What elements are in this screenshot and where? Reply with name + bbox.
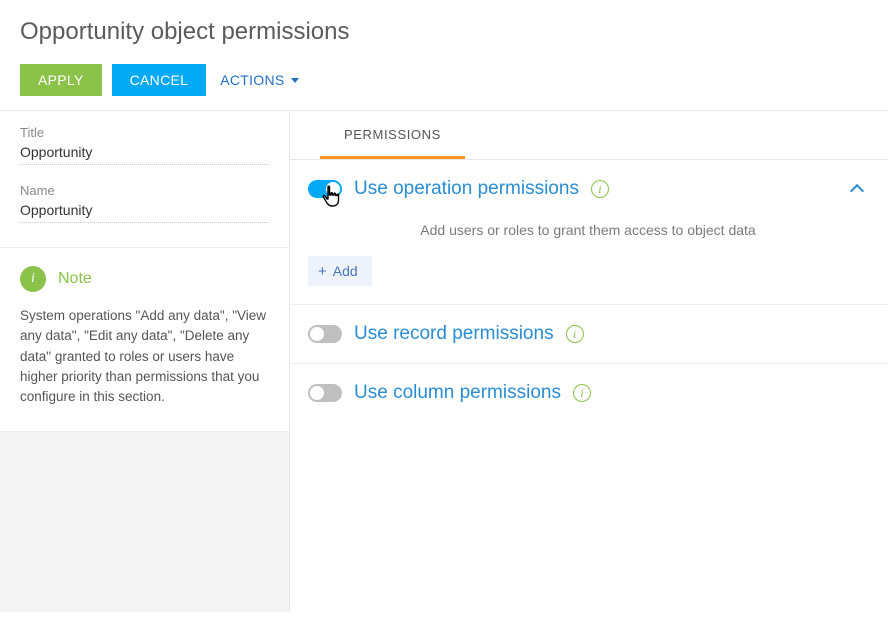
cancel-button[interactable]: CANCEL <box>112 64 207 96</box>
actions-dropdown[interactable]: ACTIONS <box>216 64 302 96</box>
actions-label: ACTIONS <box>220 72 284 88</box>
note-block: i Note System operations "Add any data",… <box>0 248 289 432</box>
record-permissions-title: Use record permissions <box>354 323 554 345</box>
main-layout: Title Opportunity Name Opportunity i Not… <box>0 110 888 612</box>
info-icon[interactable]: i <box>573 384 591 402</box>
record-permissions-header: Use record permissions i <box>308 323 868 345</box>
left-panel: Title Opportunity Name Opportunity i Not… <box>0 111 290 612</box>
name-field: Name Opportunity <box>20 183 269 223</box>
add-button[interactable]: + Add <box>308 256 372 286</box>
add-label: Add <box>333 263 358 279</box>
page-header: Opportunity object permissions APPLY CAN… <box>0 0 888 110</box>
operation-permissions-section: Use operation permissions i Add users or… <box>290 160 888 305</box>
title-input[interactable]: Opportunity <box>20 144 269 165</box>
note-text: System operations "Add any data", "View … <box>20 306 269 407</box>
tab-bar: PERMISSIONS <box>290 111 888 160</box>
info-icon[interactable]: i <box>591 180 609 198</box>
operation-help-text: Add users or roles to grant them access … <box>308 222 868 238</box>
column-permissions-header: Use column permissions i <box>308 382 868 404</box>
name-label: Name <box>20 183 269 198</box>
name-input[interactable]: Opportunity <box>20 202 269 223</box>
operation-permissions-header: Use operation permissions i <box>308 178 868 200</box>
column-permissions-section: Use column permissions i <box>290 364 888 422</box>
page-title: Opportunity object permissions <box>20 18 868 46</box>
form-block: Title Opportunity Name Opportunity <box>0 111 289 248</box>
tab-permissions[interactable]: PERMISSIONS <box>320 111 465 159</box>
right-panel: PERMISSIONS Use operation permissions i … <box>290 111 888 612</box>
column-permissions-title: Use column permissions <box>354 382 561 404</box>
panel-filler <box>0 432 289 612</box>
toggle-knob <box>310 327 324 341</box>
title-label: Title <box>20 125 269 140</box>
toolbar: APPLY CANCEL ACTIONS <box>20 64 868 96</box>
toggle-knob <box>326 182 340 196</box>
toggle-knob <box>310 386 324 400</box>
info-icon[interactable]: i <box>566 325 584 343</box>
title-field: Title Opportunity <box>20 125 269 165</box>
chevron-up-icon[interactable] <box>850 184 864 198</box>
apply-button[interactable]: APPLY <box>20 64 102 96</box>
operation-permissions-body: Add users or roles to grant them access … <box>308 200 868 286</box>
record-permissions-toggle[interactable] <box>308 325 342 343</box>
note-heading: Note <box>58 270 92 288</box>
note-header: i Note <box>20 266 269 292</box>
record-permissions-section: Use record permissions i <box>290 305 888 364</box>
operation-permissions-title: Use operation permissions <box>354 178 579 200</box>
caret-down-icon <box>291 78 299 83</box>
operation-permissions-toggle[interactable] <box>308 180 342 198</box>
info-icon: i <box>20 266 46 292</box>
column-permissions-toggle[interactable] <box>308 384 342 402</box>
plus-icon: + <box>318 264 327 279</box>
